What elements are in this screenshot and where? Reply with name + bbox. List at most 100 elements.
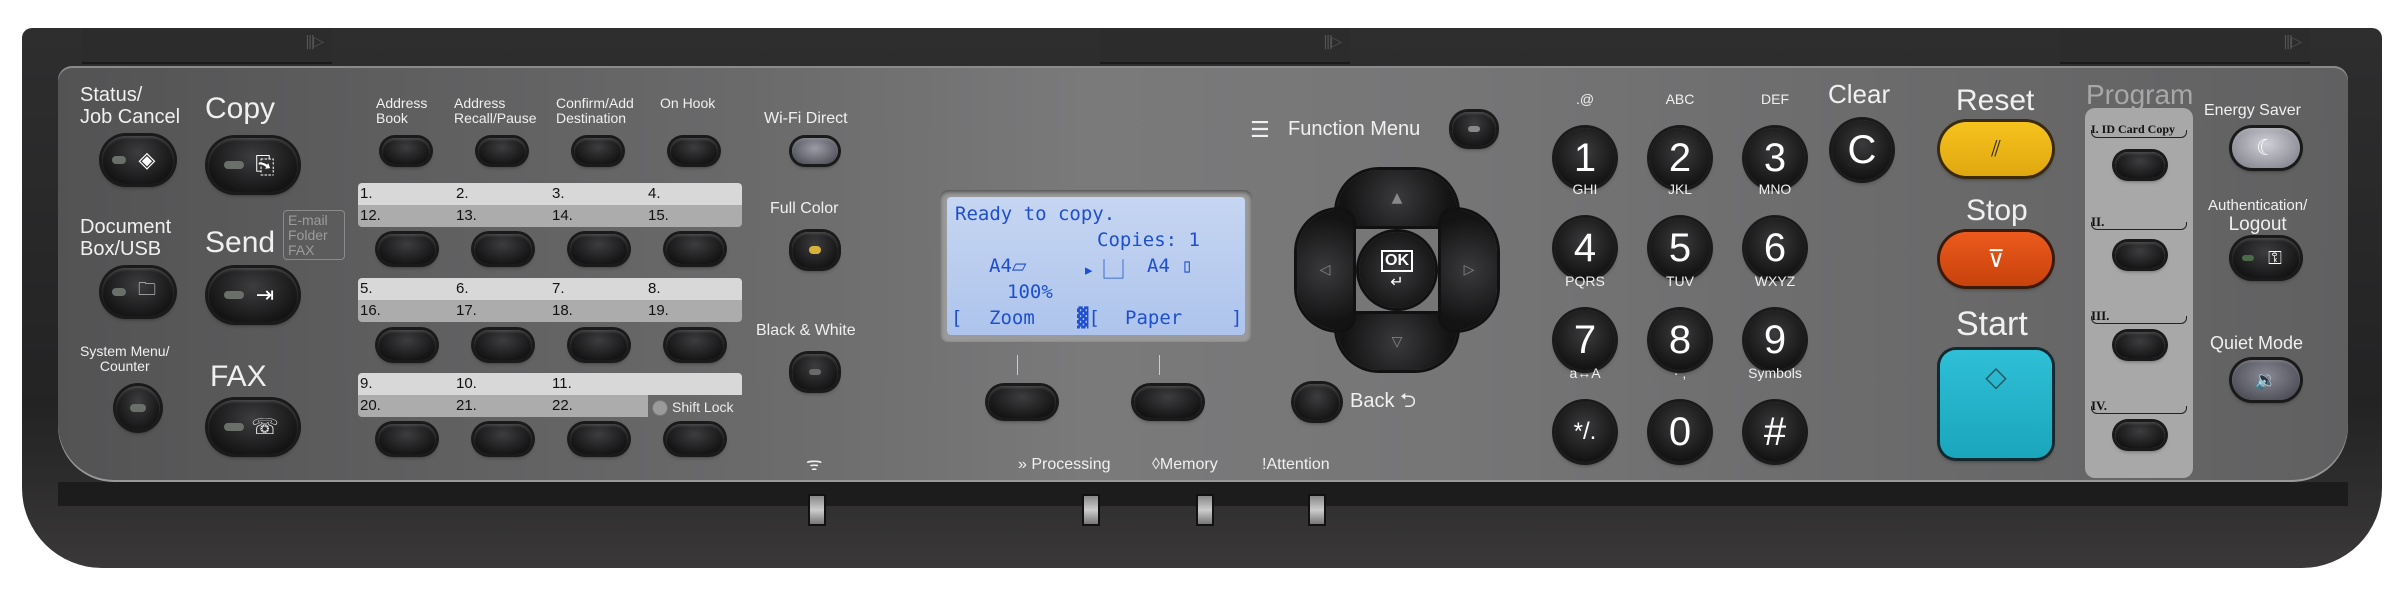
one-touch-label: 1. xyxy=(360,185,373,202)
one-touch-label: 22. xyxy=(552,397,573,414)
back-arrow-icon: ⮌ xyxy=(1400,390,1417,412)
keypad-sub-label: WXYZ xyxy=(1754,273,1796,289)
confirm-add-destination-button[interactable] xyxy=(574,138,622,164)
ok-button[interactable]: OK ↵ xyxy=(1359,232,1435,308)
copy-button[interactable]: ⎘ xyxy=(208,138,298,192)
lcd-softkey-2: Paper xyxy=(1125,307,1183,329)
keypad-key-4[interactable]: 4 xyxy=(1555,218,1615,278)
function-menu-label: Function Menu xyxy=(1288,118,1421,140)
one-touch-label: 17. xyxy=(456,302,477,319)
dpad-up-button[interactable]: ▲ xyxy=(1337,170,1457,226)
left-softkey-button[interactable] xyxy=(988,386,1056,418)
black-white-label: Black & White xyxy=(756,322,856,339)
quiet-mode-button[interactable]: 🔉 xyxy=(2232,360,2300,400)
send-destinations-badge: E-mail Folder FAX xyxy=(283,210,345,260)
fax-button[interactable]: ☏ xyxy=(208,400,298,454)
speaker-icon: 🔉 xyxy=(2254,369,2278,391)
keypad-sub-label: .@ xyxy=(1575,91,1595,107)
one-touch-key-1[interactable] xyxy=(378,234,436,264)
authentication-led xyxy=(2242,255,2254,261)
dpad-down-button[interactable]: ▽ xyxy=(1337,314,1457,370)
dpad-right-button[interactable]: ▷ xyxy=(1441,210,1497,330)
one-touch-key-5[interactable] xyxy=(378,330,436,360)
keypad-key-6[interactable]: 6 xyxy=(1745,218,1805,278)
clear-button[interactable]: C xyxy=(1832,120,1892,180)
processing-led xyxy=(1082,494,1100,526)
program-1-button[interactable] xyxy=(2115,152,2165,178)
one-touch-key-8[interactable] xyxy=(666,330,724,360)
one-touch-key-2[interactable] xyxy=(474,234,532,264)
send-label: Send xyxy=(205,226,276,259)
one-touch-label: 10. xyxy=(456,375,477,392)
back-label: Back ⮌ xyxy=(1350,390,1417,412)
keypad-key-hash[interactable]: # xyxy=(1745,402,1805,462)
document-box-button[interactable]: 🗀 xyxy=(102,268,174,316)
program-4-button[interactable] xyxy=(2115,422,2165,448)
program-3-button[interactable] xyxy=(2115,332,2165,358)
keypad-key-0[interactable]: 0 xyxy=(1650,402,1710,462)
on-hook-button[interactable] xyxy=(670,138,718,164)
down-arrow-icon: ▽ xyxy=(1391,334,1403,350)
send-document-icon: ⇥ xyxy=(255,282,275,308)
right-softkey-button[interactable] xyxy=(1134,386,1202,418)
send-button[interactable]: ⇥ xyxy=(208,268,298,322)
one-touch-key-9[interactable] xyxy=(378,424,436,454)
wifi-direct-button[interactable] xyxy=(792,138,838,164)
keypad-key-8[interactable]: 8 xyxy=(1650,310,1710,370)
one-touch-label: 9. xyxy=(360,375,373,392)
stop-button[interactable]: ⊽ xyxy=(1940,232,2052,286)
authentication-logout-button[interactable]: ⚿ xyxy=(2232,238,2300,278)
black-white-button[interactable] xyxy=(792,354,838,390)
lcd-original-size: A4⏥ xyxy=(989,255,1027,277)
keypad-key-9[interactable]: 9 xyxy=(1745,310,1805,370)
address-book-button[interactable] xyxy=(382,138,430,164)
one-touch-key-4[interactable] xyxy=(666,234,724,264)
enter-icon: ↵ xyxy=(1390,271,1404,291)
document-box-label: Document Box/USB xyxy=(80,216,172,260)
energy-saver-button[interactable]: ☾ xyxy=(2232,128,2300,168)
keypad-key-1[interactable]: 1 xyxy=(1555,128,1615,188)
one-touch-label: 4. xyxy=(648,185,661,202)
keypad-sub-label: JKL xyxy=(1667,181,1693,197)
keypad-key-5[interactable]: 5 xyxy=(1650,218,1710,278)
attention-indicator-label: !Attention xyxy=(1262,456,1330,473)
one-touch-key-3[interactable] xyxy=(570,234,628,264)
program-bracket xyxy=(2091,222,2187,230)
panel-tab-left: |||▷ xyxy=(82,28,332,64)
function-menu-button[interactable] xyxy=(1452,112,1496,146)
softkey-2-tick xyxy=(1159,355,1160,375)
paper-portrait-icon: ▯ xyxy=(1169,255,1193,277)
one-touch-key-6[interactable] xyxy=(474,330,532,360)
lcd-screen: Ready to copy. Copies: 1 A4⏥ ▸⎿⏌ A4 ▯ 10… xyxy=(947,197,1245,335)
lcd-softkey-1: Zoom xyxy=(989,307,1035,329)
left-arrow-icon: ◁ xyxy=(1319,262,1331,278)
eye-diamond-icon: ◈ xyxy=(138,147,156,173)
fax-phone-icon: ☏ xyxy=(251,414,279,440)
keypad-key-3[interactable]: 3 xyxy=(1745,128,1805,188)
start-button[interactable]: ◇ xyxy=(1940,350,2052,458)
one-touch-key-7[interactable] xyxy=(570,330,628,360)
keypad-sub-label: DEF xyxy=(1761,91,1789,107)
one-touch-key-shift[interactable] xyxy=(666,424,724,454)
keypad-key-2[interactable]: 2 xyxy=(1650,128,1710,188)
reset-button[interactable]: ⫽ xyxy=(1940,122,2052,176)
stop-label: Stop xyxy=(1966,194,2028,227)
keypad-key-star[interactable]: */. xyxy=(1555,402,1615,462)
system-menu-button[interactable] xyxy=(116,386,160,430)
one-touch-label: 13. xyxy=(456,207,477,224)
dpad-left-button[interactable]: ◁ xyxy=(1297,210,1353,330)
keypad-key-7[interactable]: 7 xyxy=(1555,310,1615,370)
one-touch-label: 18. xyxy=(552,302,573,319)
right-arrow-icon: ▷ xyxy=(1463,262,1475,278)
black-white-led xyxy=(809,369,821,375)
back-button[interactable] xyxy=(1294,384,1340,420)
address-recall-pause-button[interactable] xyxy=(478,138,526,164)
one-touch-key-10[interactable] xyxy=(474,424,532,454)
one-touch-key-11[interactable] xyxy=(570,424,628,454)
program-2-button[interactable] xyxy=(2115,242,2165,268)
one-touch-label: 2. xyxy=(456,185,469,202)
dpad: ▲ ▽ ◁ ▷ OK ↵ xyxy=(1297,170,1497,370)
status-job-cancel-button[interactable]: ◈ xyxy=(102,136,174,184)
full-color-button[interactable] xyxy=(792,232,838,268)
one-touch-label: 3. xyxy=(552,185,565,202)
